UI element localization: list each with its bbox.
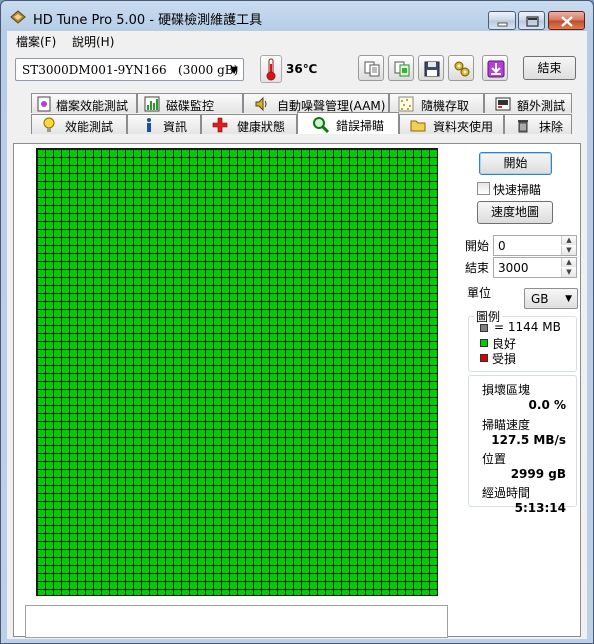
start-position-spinner[interactable]: 0 ▲ ▼ (493, 235, 577, 256)
disk-monitor-icon (144, 96, 160, 112)
legend-block-size: = 1144 MB (494, 320, 561, 334)
title-bar[interactable]: HD Tune Pro 5.00 - 硬碟檢測維護工具 (1, 1, 593, 31)
copy-screenshot-button[interactable] (388, 55, 414, 81)
good-swatch (480, 339, 488, 347)
spin-down-icon[interactable]: ▼ (561, 246, 576, 255)
toolbar: ST3000DM001-9YN166 (3000 gB) ▼ 36℃ 結束 (7, 52, 587, 88)
file-benchmark-icon (36, 96, 52, 112)
spin-up-icon[interactable]: ▲ (561, 258, 576, 267)
block-map-grid (36, 148, 438, 596)
tab-label: 效能測試 (65, 120, 114, 134)
position-label: 位置 (482, 452, 507, 466)
spin-down-icon[interactable]: ▼ (561, 268, 576, 277)
damaged-swatch (480, 354, 488, 362)
tab-label: 檔案效能測試 (56, 99, 129, 113)
status-log-area (25, 605, 448, 638)
wrench-icon (454, 61, 470, 77)
tab-row-bottom: 效能測試 資訊 健康狀態 錯誤掃瞄 資料夾使用 抹除 (13, 112, 581, 134)
window-title: HD Tune Pro 5.00 - 硬碟檢測維護工具 (33, 13, 263, 28)
client-area: 檔案(F) 說明(H) ST3000DM001-9YN166 (3000 gB)… (7, 31, 587, 639)
damaged-blocks-value: 0.0 % (528, 398, 566, 412)
tab-label: 額外測試 (517, 99, 566, 113)
app-window: HD Tune Pro 5.00 - 硬碟檢測維護工具 檔案(F) 說明(H) … (0, 0, 594, 644)
scan-speed-label: 掃瞄速度 (482, 418, 531, 432)
tab-extra-tests[interactable]: 額外測試 (484, 93, 572, 113)
health-cross-icon (212, 117, 228, 133)
maximize-button[interactable] (518, 11, 545, 30)
temperature-readout: 36℃ (286, 62, 318, 76)
start-field-label: 開始 (465, 239, 490, 253)
drive-select[interactable]: ST3000DM001-9YN166 (3000 gB) ▼ (15, 58, 244, 81)
speaker-icon (254, 96, 270, 112)
tab-label: 資料夾使用 (433, 120, 494, 134)
end-position-spinner[interactable]: 3000 ▲ ▼ (493, 257, 577, 278)
start-position-value: 0 (498, 239, 506, 253)
position-value: 2999 gB (510, 467, 566, 481)
magnifier-icon (312, 116, 330, 134)
tab-info[interactable]: 資訊 (127, 114, 201, 134)
options-button[interactable] (448, 55, 474, 81)
scan-speed-value: 127.5 MB/s (491, 433, 566, 447)
chevron-down-icon: ▼ (230, 65, 238, 76)
tab-label: 健康狀態 (237, 120, 286, 134)
tab-disk-monitor[interactable]: 磁碟監控 (137, 93, 243, 113)
copy-green-icon (394, 61, 410, 77)
end-field-label: 結束 (465, 261, 490, 275)
quick-scan-label: 快速掃瞄 (493, 183, 542, 197)
tab-label: 隨機存取 (421, 99, 470, 113)
minimize-button[interactable] (488, 11, 516, 30)
app-icon (10, 10, 26, 24)
tab-aam[interactable]: 自動噪聲管理(AAM) (243, 93, 389, 113)
lightbulb-icon (41, 117, 57, 133)
tab-folder-usage[interactable]: 資料夾使用 (399, 114, 504, 134)
elapsed-time-label: 經過時間 (482, 486, 531, 500)
copy-info-button[interactable] (358, 55, 384, 81)
tab-label: 抹除 (539, 120, 564, 134)
error-scan-panel: 開始 快速掃瞄 速度地圖 開始 0 ▲ ▼ 結束 3000 ▲ ▼ 單位 GB … (13, 143, 581, 638)
tab-label: 錯誤掃瞄 (336, 119, 385, 133)
menu-file[interactable]: 檔案(F) (16, 33, 56, 50)
folder-icon (410, 117, 426, 133)
save-button[interactable] (418, 55, 444, 81)
unit-label: 單位 (467, 286, 492, 300)
legend-damaged: 受損 (492, 352, 517, 366)
exit-button[interactable]: 結束 (523, 56, 576, 80)
unit-select-value: GB (531, 292, 549, 306)
extra-tests-icon (495, 96, 511, 112)
quick-scan-checkbox[interactable] (477, 182, 490, 195)
menu-bar: 檔案(F) 說明(H) (7, 31, 587, 51)
download-button[interactable] (482, 55, 508, 81)
tab-error-scan[interactable]: 錯誤掃瞄 (297, 112, 399, 134)
tab-health[interactable]: 健康狀態 (201, 114, 297, 134)
block-size-swatch (480, 324, 488, 332)
floppy-icon (424, 61, 440, 77)
damaged-blocks-label: 損壞區塊 (482, 383, 531, 397)
start-button[interactable]: 開始 (479, 152, 552, 175)
unit-select[interactable]: GB ▼ (524, 288, 578, 309)
tab-label: 資訊 (163, 120, 188, 134)
speed-map-button[interactable]: 速度地圖 (477, 201, 553, 224)
drive-select-value: ST3000DM001-9YN166 (3000 gB) (22, 63, 239, 77)
chevron-down-icon: ▼ (565, 294, 572, 304)
spin-up-icon[interactable]: ▲ (561, 236, 576, 245)
random-access-icon (398, 96, 414, 112)
end-position-value: 3000 (498, 261, 529, 275)
menu-help[interactable]: 說明(H) (72, 33, 114, 50)
trash-icon (515, 117, 531, 133)
tab-erase[interactable]: 抹除 (504, 114, 572, 134)
info-icon (141, 117, 157, 133)
elapsed-time-value: 5:13:14 (514, 501, 566, 515)
download-arrow-icon (487, 60, 505, 78)
tab-label: 磁碟監控 (166, 99, 215, 113)
close-button[interactable] (548, 11, 585, 30)
thermometer-icon (260, 55, 282, 83)
tab-benchmark[interactable]: 效能測試 (31, 114, 127, 134)
tab-random-access[interactable]: 隨機存取 (389, 93, 484, 113)
tab-row-top: 檔案效能測試 磁碟監控 自動噪聲管理(AAM) 隨機存取 額外測試 (13, 93, 581, 113)
tab-file-benchmark[interactable]: 檔案效能測試 (31, 93, 137, 113)
copy-icon (364, 61, 380, 77)
